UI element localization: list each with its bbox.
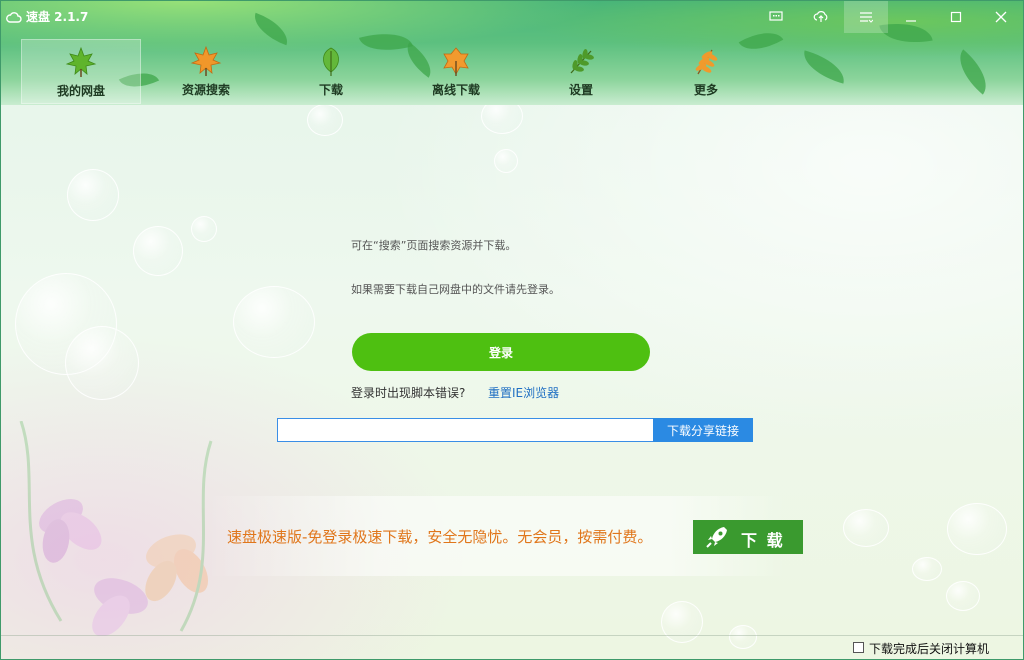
cloud-icon: [6, 11, 22, 23]
maximize-icon: [950, 8, 962, 27]
bubble-decoration: [133, 226, 183, 276]
tab-label: 我的网盘: [56, 84, 105, 98]
orange-maple-leaf-icon: [190, 45, 222, 77]
promo-download-button[interactable]: 下 载: [693, 520, 803, 554]
minimize-icon: [905, 8, 917, 27]
tab-offline-download[interactable]: 离线下载: [396, 39, 516, 104]
share-link-input[interactable]: [277, 418, 655, 442]
bubble-decoration: [729, 625, 757, 649]
download-share-link-button[interactable]: 下载分享链接: [653, 418, 753, 442]
shutdown-after-download-label[interactable]: 下载完成后关闭计算机: [869, 640, 989, 657]
bubble-decoration: [494, 149, 518, 173]
shutdown-after-download-checkbox[interactable]: [853, 642, 864, 653]
app-title: 速盘 2.1.7: [6, 8, 88, 25]
orange-leaf-icon: [440, 45, 472, 77]
search-hint-text: 可在“搜索”页面搜索资源并下载。: [351, 239, 517, 252]
tab-resource-search[interactable]: 资源搜索: [146, 39, 266, 104]
close-button[interactable]: [979, 1, 1023, 33]
bubble-decoration: [65, 326, 139, 400]
promo-download-label: 下 载: [741, 531, 785, 550]
maximize-button[interactable]: [934, 1, 978, 33]
login-error-text: 登录时出现脚本错误?: [351, 386, 466, 400]
tab-download[interactable]: 下载: [271, 39, 391, 104]
rocket-icon: [704, 524, 730, 554]
tab-my-netdisk[interactable]: 我的网盘: [21, 39, 141, 104]
app-window: 速盘 2.1.7 我的网盘 资源搜索 下载 离线下载 设置 更多 可在“搜索”页…: [0, 0, 1024, 660]
bubble-decoration: [307, 104, 343, 136]
menu-button[interactable]: [844, 1, 888, 33]
green-fern-leaf-icon: [565, 45, 597, 77]
leaf-decoration: [949, 49, 997, 95]
login-hint-text: 如果需要下载自己网盘中的文件请先登录。: [351, 283, 560, 296]
close-icon: [995, 8, 1007, 27]
feedback-button[interactable]: [754, 1, 798, 33]
bubble-decoration: [843, 509, 889, 547]
upload-button[interactable]: [799, 1, 843, 33]
promo-text: 速盘极速版-免登录极速下载，安全无隐忧。无会员，按需付费。: [227, 528, 653, 546]
leaf-decoration: [798, 50, 850, 84]
tab-settings[interactable]: 设置: [521, 39, 641, 104]
tab-label: 更多: [693, 83, 718, 97]
minimize-button[interactable]: [889, 1, 933, 33]
bubble-decoration: [233, 286, 315, 358]
reset-ie-link[interactable]: 重置IE浏览器: [488, 384, 559, 401]
tab-more[interactable]: 更多: [646, 39, 766, 104]
upload-icon: [813, 8, 829, 27]
green-leaf-icon: [315, 45, 347, 77]
bubble-decoration: [947, 503, 1007, 555]
bubble-decoration: [191, 216, 217, 242]
app-title-text: 速盘 2.1.7: [26, 10, 89, 24]
green-maple-leaf-icon: [65, 46, 97, 78]
orange-fern-leaf-icon: [690, 45, 722, 77]
footer-divider: [1, 635, 1023, 636]
bubble-decoration: [946, 581, 980, 611]
bubble-decoration: [67, 169, 119, 221]
tab-label: 离线下载: [431, 83, 480, 97]
menu-icon: [859, 8, 874, 27]
feedback-icon: [769, 8, 783, 27]
login-button[interactable]: 登录: [352, 333, 650, 371]
bubble-decoration: [912, 557, 942, 581]
bubble-decoration: [661, 601, 703, 643]
tab-label: 设置: [568, 83, 593, 97]
tab-label: 下载: [318, 83, 343, 97]
flower-decoration: [19, 421, 213, 636]
tab-label: 资源搜索: [181, 83, 230, 97]
title-bar: 速盘 2.1.7: [1, 1, 1023, 33]
